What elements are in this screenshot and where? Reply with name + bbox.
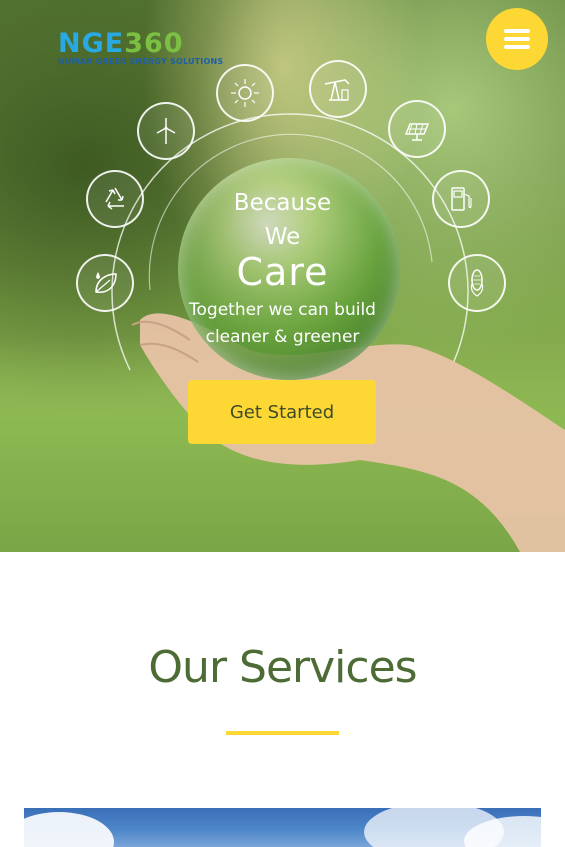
hero-section: NGE360 NUMAR GREEN ENERGY SOLUTIONS Beca… (0, 0, 565, 552)
solar-panel-icon (388, 100, 446, 158)
oil-pump-icon (309, 60, 367, 118)
get-started-button[interactable]: Get Started (188, 380, 376, 444)
brand-logo[interactable]: NGE360 NUMAR GREEN ENERGY SOLUTIONS (58, 28, 223, 70)
services-title-underline (226, 731, 339, 735)
logo-subtitle: NUMAR GREEN ENERGY SOLUTIONS (58, 57, 224, 66)
hero-headline-line3: Care (236, 250, 329, 294)
wind-turbine-icon (137, 102, 195, 160)
sun-icon (216, 64, 274, 122)
services-title: Our Services (148, 642, 417, 693)
logo-accent-text: 360 (124, 28, 184, 59)
hero-tagline-line1: Together we can build (189, 300, 376, 320)
hero-headline-line1: Because (233, 190, 332, 216)
menu-button[interactable] (486, 8, 548, 70)
logo-main-text: NGE (58, 28, 125, 59)
hero-tagline-line2: cleaner & greener (205, 327, 360, 347)
hero-headline-line2: We (264, 224, 301, 250)
service-card-image[interactable] (24, 808, 541, 847)
hamburger-menu-icon (504, 29, 530, 49)
